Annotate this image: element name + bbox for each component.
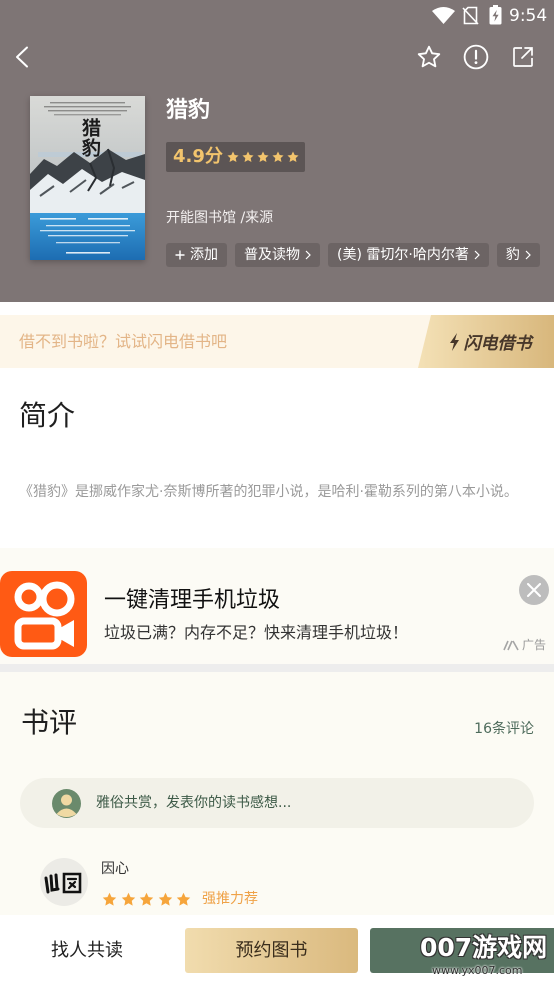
review-badge: 强推力荐 [202,891,258,907]
star-icon [102,892,117,906]
tag-category[interactable]: 普及读物 [235,243,320,267]
star-icon[interactable] [416,44,442,70]
ad-close-button[interactable] [519,575,549,605]
kuaishou-app-icon[interactable] [0,571,87,657]
report-icon[interactable] [463,44,489,70]
tag-row: 添加 普及读物 (美) 雷切尔·哈内尔著 豹 [166,243,554,267]
star-icon [272,151,284,163]
share-icon[interactable] [511,45,535,69]
section-divider [0,664,554,672]
star-icon [227,151,239,163]
tag-label: 添加 [190,247,218,263]
add-tag-button[interactable]: 添加 [166,243,227,267]
book-cover[interactable]: 猎豹 [30,96,145,260]
book-title: 猎豹 [166,98,211,123]
tag-label: (美) 雷切尔·哈内尔著 [337,247,469,263]
star-icon [287,151,299,163]
star-icon [158,892,172,906]
plus-icon [175,250,185,260]
chevron-right-icon [474,250,480,260]
tag-author[interactable]: (美) 雷切尔·哈内尔著 [328,243,489,267]
rating-stars [226,150,300,164]
reviews-section: 书评 16条评论 雅俗共赏，发表你的读书感想... 因心 强推力荐 [0,672,554,915]
ad-title: 一键清理手机垃圾 [104,588,281,613]
ad-card[interactable]: 一键清理手机垃圾 垃圾已满？内存不足？快来清理手机垃圾！ 广告 [0,548,554,664]
star-icon [176,892,191,906]
star-icon [242,151,254,163]
battery-charging-icon [489,5,502,25]
reviews-heading: 书评 [21,706,78,739]
chevron-right-icon [525,250,531,260]
ad-network-icon [503,640,519,651]
banner-text: 借不到书啦？试试闪电借书吧 [19,332,228,351]
review-count-link[interactable]: 16条评论 [474,718,534,740]
wifi-icon [432,7,455,24]
ad-label: 广告 [522,638,547,652]
intro-heading: 简介 [19,399,76,432]
back-icon[interactable] [15,46,29,68]
ad-subtitle: 垃圾已满？内存不足？快来清理手机垃圾！ [104,623,409,642]
flash-borrow-banner[interactable]: 借不到书啦？试试闪电借书吧 闪电借书 [0,315,554,368]
kuaishou-logo [14,581,75,650]
status-time: 9:54 [509,6,548,26]
book-header: 9:54 猎豹 猎豹 4.9分 开能图书馆 /来源 添加 普及读物 (美) 雷切… [0,0,554,302]
tag-label: 豹 [505,247,520,263]
rating-badge: 4.9分 [166,142,305,172]
close-icon [527,583,541,597]
reviewer-avatar-image [40,858,88,906]
star-icon [121,892,135,906]
reviewer-name: 因心 [101,861,129,877]
tag-label: 普及读物 [244,247,300,263]
flash-borrow-label: 闪电借书 [463,334,532,354]
watermark-url: www.yx007.com [432,964,523,977]
no-sim-icon [462,6,479,25]
avatar[interactable] [40,858,88,906]
read-together-button[interactable]: 找人共读 [0,928,174,973]
review-stars [101,891,192,908]
comment-input[interactable]: 雅俗共赏，发表你的读书感想... [20,778,534,828]
user-avatar-icon [52,789,81,818]
star-icon [139,892,154,906]
chevron-right-icon [305,250,311,260]
star-icon [257,151,269,163]
watermark-name: 007游戏网 [420,933,548,962]
reserve-button[interactable]: 预约图书 [185,928,358,973]
lightning-icon [449,332,459,351]
cover-title: 猎豹 [79,118,101,158]
book-source: 开能图书馆 /来源 [166,210,274,226]
tag-keyword[interactable]: 豹 [496,243,540,267]
comment-placeholder: 雅俗共赏，发表你的读书感想... [96,795,292,811]
intro-text: 《猎豹》是挪威作家尤·奈斯博所著的犯罪小说，是哈利·霍勒系列的第八本小说。 [19,484,518,500]
rating-value: 4.9分 [173,146,223,167]
flash-borrow-button[interactable]: 闪电借书 [418,315,554,368]
